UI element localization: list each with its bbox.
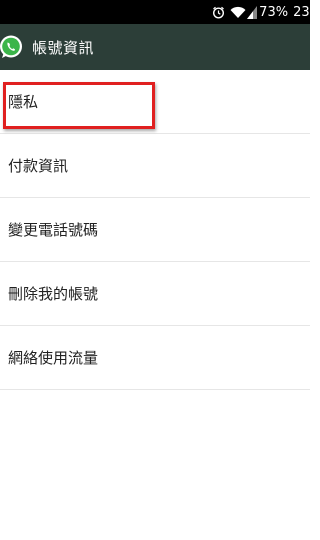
menu-item-payment-info[interactable]: 付款資訊 [0, 134, 310, 198]
action-bar: 帳號資訊 [0, 24, 310, 70]
signal-icon [247, 5, 258, 19]
menu-item-label: 網絡使用流量 [8, 349, 99, 367]
clock-time: 23: [293, 4, 310, 20]
menu-item-network-usage[interactable]: 網絡使用流量 [0, 326, 310, 390]
battery-level: 73% [259, 4, 289, 20]
menu-item-label: 變更電話號碼 [8, 221, 99, 239]
status-bar: 73% 23: [0, 0, 310, 24]
page-title: 帳號資訊 [32, 38, 95, 57]
menu-item-label: 付款資訊 [8, 157, 69, 175]
menu-item-delete-account[interactable]: 刪除我的帳號 [0, 262, 310, 326]
wifi-icon [230, 6, 246, 19]
menu-item-label: 刪除我的帳號 [8, 285, 99, 303]
alarm-icon [212, 6, 225, 19]
highlight-annotation [3, 82, 155, 129]
menu-item-change-number[interactable]: 變更電話號碼 [0, 198, 310, 262]
whatsapp-logo-icon[interactable] [0, 34, 24, 60]
